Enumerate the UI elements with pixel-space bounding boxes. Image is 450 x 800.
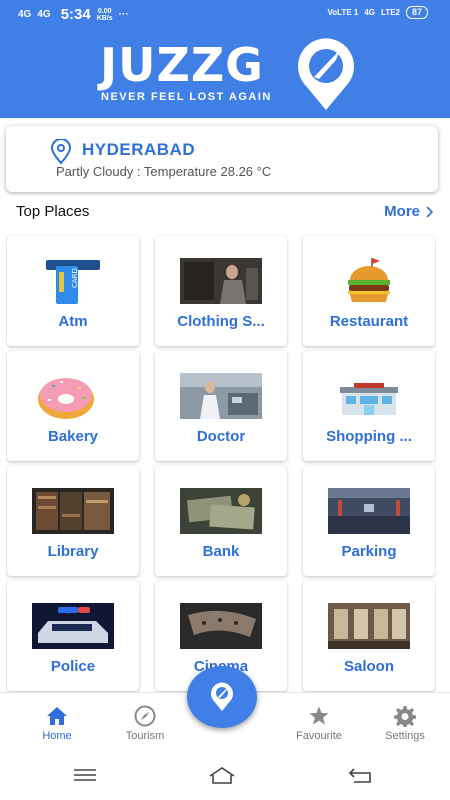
place-label: Restaurant [329,313,409,330]
battery-level: 87 [411,7,422,17]
place-tile-bank[interactable]: Bank [155,466,287,576]
place-tile-library[interactable]: Library [7,466,139,576]
place-tile-police[interactable]: Police [7,581,139,691]
network-speed: 0.00 KB/s [97,8,113,22]
parking-photo [328,488,410,534]
clock: 5:34 [60,6,91,23]
bank-photo [180,488,262,534]
place-tile-shopping[interactable]: Shopping ... [303,351,435,461]
place-tile-restaurant[interactable]: Restaurant [303,236,435,346]
place-tile-parking[interactable]: Parking [303,466,435,576]
saloon-photo [328,603,410,649]
city-name: HYDERABAD [82,140,196,159]
location-pin-icon [211,682,233,711]
donut-icon [38,378,94,419]
battery-icon: 87 [405,6,428,19]
network-speed-unit: KB/s [96,14,113,22]
library-photo [32,488,114,534]
nav-settings-label: Settings [385,730,425,742]
place-tile-bakery[interactable]: Bakery [7,351,139,461]
nav-tourism[interactable]: Tourism [110,693,180,751]
chevron-right-icon [426,205,434,218]
more-label: More [384,203,420,220]
app-logo-text: JUZZG [100,38,264,92]
compass-icon [134,705,156,727]
section-title: Top Places [16,203,90,220]
nav-favourite-label: Favourite [296,730,342,742]
nav-tourism-label: Tourism [125,730,165,742]
clothing-photo [180,258,262,304]
app-header: JUZZG NEVER FEEL LOST AGAIN [0,26,450,118]
network-indicator-2: 4G [37,9,51,20]
place-tile-clothing[interactable]: Clothing S... [155,236,287,346]
place-label: Bakery [47,428,99,445]
star-icon [309,706,329,725]
weather-text: Partly Cloudy : Temperature 28.26 °C [56,164,272,179]
gear-icon [394,706,416,727]
status-bar: 4G 4G 5:34 0.00 KB/s ··· VoLTE 1 4G LTE2… [0,0,450,26]
place-label: Bank [202,543,240,560]
place-tile-doctor[interactable]: Doctor [155,351,287,461]
network-speed-value: 0.00 [97,7,112,15]
home-system-icon[interactable] [207,764,237,786]
home-icon [47,707,67,725]
place-label: Doctor [196,428,246,445]
place-label: Library [47,543,99,560]
place-tile-saloon[interactable]: Saloon [303,581,435,691]
mall-icon [340,383,398,415]
police-photo [32,603,114,649]
doctor-photo [180,373,262,419]
place-label: Clothing S... [177,313,265,330]
back-icon[interactable] [346,764,376,786]
place-tile-atm[interactable]: CARD Atm [7,236,139,346]
nav-favourite[interactable]: Favourite [284,693,354,751]
system-navigation-bar [0,750,450,800]
svg-text:CARD: CARD [71,268,79,288]
logo-pin-icon [298,38,354,111]
network-indicator-1: 4G [18,9,32,20]
place-label: Shopping ... [326,428,412,445]
place-label: Atm [58,313,88,330]
app-tagline: NEVER FEEL LOST AGAIN [101,91,272,103]
more-link[interactable]: More [384,203,434,220]
more-notifications-icon: ··· [118,9,129,20]
network-type: 4G [364,8,376,17]
nav-home[interactable]: Home [22,693,92,751]
place-label: Saloon [343,658,394,675]
cinema-photo [180,603,262,649]
menu-icon[interactable] [70,764,100,786]
place-label: Parking [341,543,397,560]
places-grid: CARD Atm Clothing S... Restaurant Bakery… [6,234,436,692]
nav-home-label: Home [42,730,72,742]
place-label: Police [50,658,96,675]
location-pin-icon [50,139,72,165]
burger-icon [348,258,390,302]
operator-label: VoLTE 1 [327,8,359,17]
city-card[interactable]: HYDERABAD Partly Cloudy : Temperature 28… [6,126,438,192]
center-fab-button[interactable] [187,666,257,728]
lte-label: LTE2 [381,8,400,17]
atm-card-icon: CARD [46,260,100,304]
nav-settings[interactable]: Settings [370,693,440,751]
